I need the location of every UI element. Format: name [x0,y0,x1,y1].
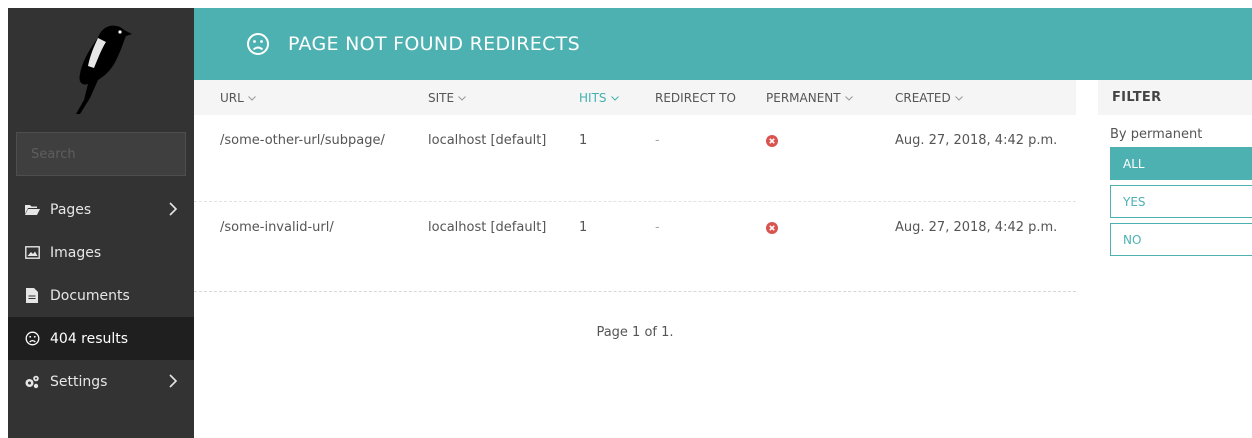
column-header-url[interactable]: URL [220,91,256,105]
sidebar-item-images[interactable]: Images [8,231,194,274]
filter-option-all[interactable]: ALL [1110,147,1252,180]
table-header: URL SITE HITS REDIRECT TO PERMANENT CREA… [194,80,1076,115]
sidebar-item-404-results[interactable]: 404 results [8,317,194,360]
table-row: /some-other-url/subpage/ localhost [defa… [194,115,1076,202]
url-link[interactable]: /some-invalid-url/ [220,220,334,235]
sidebar-item-label: Images [50,244,102,261]
app: Pages Images Documents 404 results [0,0,1252,438]
sidebar-item-pages[interactable]: Pages [8,188,194,231]
table-row: /some-invalid-url/ localhost [default] 1… [194,202,1076,292]
image-icon [24,245,40,261]
site-cell: localhost [default] [428,220,547,235]
column-header-redirect-to: REDIRECT TO [655,91,736,105]
search-box [16,132,213,176]
sidebar: Pages Images Documents 404 results [8,8,213,438]
created-cell: Aug. 27, 2018, 4:42 p.m. [895,133,1058,148]
chevron-down-icon [247,96,256,101]
chevron-down-icon [954,96,963,101]
search-input[interactable] [17,146,201,162]
column-header-permanent[interactable]: PERMANENT [766,91,853,105]
wagtail-logo[interactable] [64,22,134,117]
redirect-to-cell: - [655,220,660,235]
url-link[interactable]: /some-other-url/subpage/ [220,133,385,148]
sidebar-item-label: Settings [50,373,108,390]
folder-open-icon [24,202,40,218]
column-header-site[interactable]: SITE [428,91,466,105]
pagination-text: Page 1 of 1. [596,325,674,340]
column-header-created[interactable]: CREATED [895,91,963,105]
filter-label: By permanent [1110,127,1203,142]
sidebar-item-settings[interactable]: Settings [8,360,194,403]
hits-cell: 1 [579,133,588,148]
site-cell: localhost [default] [428,133,547,148]
hits-cell: 1 [579,220,588,235]
filter-panel: FILTER By permanent ALL YES NO [1098,80,1252,256]
chevron-down-icon [458,96,466,101]
sidebar-item-documents[interactable]: Documents [8,274,194,317]
chevron-right-icon [169,374,178,388]
cross-circle-icon [766,135,778,147]
frown-icon [247,33,269,55]
filter-option-no[interactable]: NO [1110,223,1252,256]
document-icon [24,288,40,304]
frown-icon [24,331,40,347]
cross-circle-icon [766,222,778,234]
page-header: PAGE NOT FOUND REDIRECTS [194,8,1252,80]
filter-option-yes[interactable]: YES [1110,185,1252,218]
column-header-hits[interactable]: HITS [579,91,619,105]
sidebar-item-label: Pages [50,201,92,218]
chevron-right-icon [169,202,178,216]
chevron-down-icon [610,96,619,101]
created-cell: Aug. 27, 2018, 4:42 p.m. [895,220,1058,235]
sidebar-item-label: 404 results [50,330,129,347]
chevron-down-icon [844,96,853,101]
cogs-icon [24,374,40,390]
filter-title: FILTER [1098,80,1252,115]
page-title: PAGE NOT FOUND REDIRECTS [288,33,580,55]
redirect-to-cell: - [655,133,660,148]
sidebar-item-label: Documents [50,287,130,304]
redirects-table: URL SITE HITS REDIRECT TO PERMANENT CREA… [194,80,1076,292]
main-menu: Pages Images Documents 404 results Setti… [8,188,194,403]
